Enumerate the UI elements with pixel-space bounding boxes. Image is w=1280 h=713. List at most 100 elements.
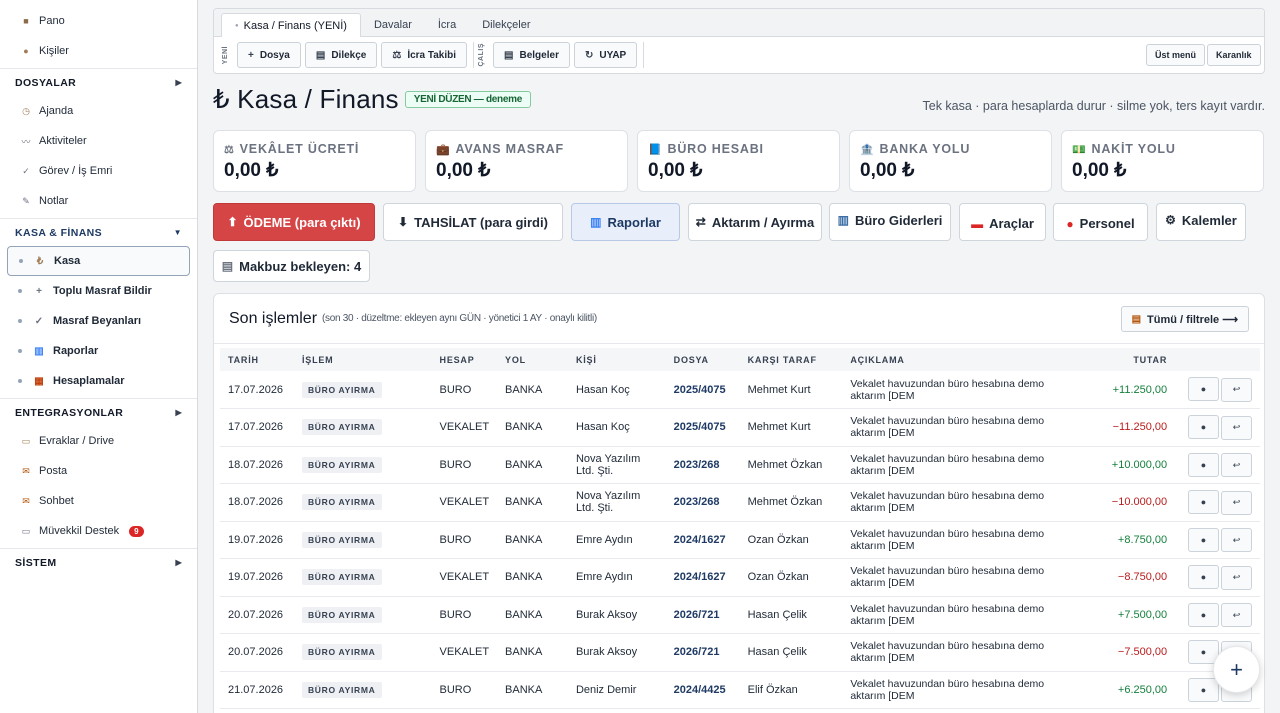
sidebar-item-evraklar[interactable]: ▭ Evraklar / Drive — [0, 426, 197, 456]
tab-icra[interactable]: İcra — [425, 13, 469, 36]
cell-dosya[interactable]: 2026/721 — [665, 596, 740, 634]
sidebar-section-entegrasyonlar[interactable]: ENTEGRASYONLAR ▶ — [0, 398, 197, 426]
uyap-button[interactable]: ↻ UYAP — [573, 42, 638, 68]
table-row[interactable]: 19.07.2026 BÜRO AYIRMA VEKALET BANKA Emre Ay… — [220, 558, 1260, 597]
card-value: 0,00 ₺ — [648, 160, 703, 181]
cell-dosya[interactable]: 2025/4075 — [665, 371, 740, 409]
check-icon: ✓ — [22, 165, 30, 176]
col-tarih[interactable]: TARİH — [220, 348, 294, 371]
col-aciklama[interactable]: AÇIKLAMA — [842, 348, 1053, 371]
col-hesap[interactable]: HESAP — [432, 348, 498, 371]
section-label: SİSTEM — [15, 556, 57, 569]
view-icon[interactable]: ● — [1188, 377, 1219, 402]
sidebar-item-toplu-masraf[interactable]: + Toplu Masraf Bildir — [0, 276, 197, 306]
sidebar-item-gorev[interactable]: ✓ Görev / İş Emri — [0, 156, 197, 186]
cell-kisi: Deniz Demir — [567, 671, 666, 709]
cell-dosya[interactable]: 2023/268 — [665, 483, 740, 522]
table-row[interactable]: 19.07.2026 BÜRO AYIRMA BURO BANKA Emre Aydın… — [220, 521, 1260, 559]
reverse-icon[interactable]: ↩ — [1221, 565, 1252, 590]
view-icon[interactable]: ● — [1188, 677, 1219, 702]
chart-icon: ▥ — [34, 345, 44, 357]
reverse-icon[interactable]: ↩ — [1221, 603, 1252, 627]
sidebar-item-sohbet[interactable]: ✉ Sohbet — [0, 486, 197, 516]
aktarim-button[interactable]: ⇄ Aktarım / Ayırma — [688, 203, 822, 241]
reverse-icon[interactable]: ↩ — [1221, 453, 1252, 477]
sidebar-item-hesaplamalar[interactable]: ▦ Hesaplamalar — [0, 366, 197, 396]
sidebar-section-dosyalar[interactable]: DOSYALAR ▶ — [0, 68, 197, 96]
araclar-button[interactable]: ▬ Araçlar — [959, 203, 1046, 241]
view-icon[interactable]: ● — [1188, 452, 1219, 477]
new-icra-takibi-button[interactable]: ⚖ İcra Takibi — [381, 42, 468, 68]
cell-dosya[interactable]: 2025/4075 — [665, 408, 740, 447]
tab-dilekceler[interactable]: Dilekçeler — [469, 13, 543, 36]
sidebar-section-kasa[interactable]: KASA & FİNANS ▼ — [0, 218, 197, 246]
tab-davalar[interactable]: Davalar — [361, 13, 425, 36]
view-icon[interactable]: ● — [1188, 602, 1219, 627]
sidebar-section-sistem[interactable]: SİSTEM ▶ — [0, 548, 197, 576]
buro-giderleri-button[interactable]: ▥ Büro Giderleri — [829, 203, 951, 241]
table-row[interactable]: 20.07.2026 BÜRO AYIRMA BURO BANKA Burak Akso… — [220, 596, 1260, 634]
new-dosya-button[interactable]: + Dosya — [237, 42, 301, 68]
kalemler-button[interactable]: ⚙ Kalemler — [1156, 203, 1246, 241]
new-dilekce-button[interactable]: ▤ Dilekçe — [304, 42, 378, 68]
cell-dosya[interactable]: 2023/268 — [665, 446, 740, 484]
sidebar-item-muvekkil-destek[interactable]: ▭ Müvekkil Destek 9 — [0, 516, 197, 546]
reverse-icon[interactable]: ↩ — [1221, 528, 1252, 552]
table-row[interactable]: 18.07.2026 BÜRO AYIRMA BURO BANKA Nova Yazıl… — [220, 446, 1260, 484]
sidebar-item-pano[interactable]: ■ Pano — [0, 6, 197, 36]
tahsilat-button[interactable]: ⬇ TAHSİLAT (para girdi) — [383, 203, 563, 241]
dark-mode-button[interactable]: Karanlık — [1207, 44, 1261, 66]
ust-menu-button[interactable]: Üst menü — [1146, 44, 1206, 66]
table-row[interactable]: 17.07.2026 BÜRO AYIRMA BURO BANKA Hasan Koç 2… — [220, 371, 1260, 409]
sidebar-item-notlar[interactable]: ✎ Notlar — [0, 186, 197, 216]
sidebar-item-posta[interactable]: ✉ Posta — [0, 456, 197, 486]
section-label: KASA & FİNANS — [15, 226, 103, 239]
document-icon: ▤ — [315, 49, 326, 61]
view-icon[interactable]: ● — [1188, 565, 1219, 589]
col-karsi-taraf[interactable]: KARŞI TARAF — [740, 348, 843, 371]
odeme-button[interactable]: ⬆ ÖDEME (para çıktı) — [213, 203, 375, 241]
swap-icon: ⇄ — [695, 215, 706, 229]
button-label: Büro Giderleri — [854, 213, 943, 228]
col-kisi[interactable]: KİŞİ — [568, 348, 666, 371]
button-label: ÖDEME (para çıktı) — [243, 214, 361, 230]
plus-icon: + — [1230, 656, 1243, 682]
belgeler-button[interactable]: ▤ Belgeler — [493, 42, 570, 68]
group-label-calis: ÇALIŞ — [478, 43, 486, 67]
sidebar-item-kisiler[interactable]: ● Kişiler — [0, 36, 197, 66]
col-islem[interactable]: İŞLEM — [294, 348, 432, 371]
table-row[interactable]: 20.07.2026 BÜRO AYIRMA VEKALET BANKA Burak A… — [220, 633, 1260, 672]
table-row[interactable]: 18.07.2026 BÜRO AYIRMA VEKALET BANKA Nova Ya… — [220, 483, 1260, 522]
sidebar-item-kasa[interactable]: ₺ Kasa — [7, 246, 190, 276]
cell-dosya[interactable]: 2024/1627 — [665, 521, 740, 559]
personel-button[interactable]: ● Personel — [1053, 203, 1148, 241]
cell-dosya[interactable]: 2024/1627 — [665, 558, 740, 597]
table-row[interactable]: 17.07.2026 BÜRO AYIRMA VEKALET BANKA Hasan K… — [220, 408, 1260, 447]
view-icon[interactable]: ● — [1188, 415, 1219, 439]
sidebar-item-ajanda[interactable]: ◷ Ajanda — [0, 96, 197, 126]
reverse-icon[interactable]: ↩ — [1221, 377, 1252, 402]
reverse-icon[interactable]: ↩ — [1221, 415, 1252, 440]
sidebar-item-masraf-beyanlari[interactable]: ✓ Masraf Beyanları — [0, 306, 197, 336]
cell-aciklama: Vekalet havuzundan büro hesabına demo ak… — [842, 371, 1054, 409]
cell-aciklama: Vekalet havuzundan büro hesabına demo ak… — [842, 596, 1054, 634]
makbuz-bekleyen-button[interactable]: ▤ Makbuz bekleyen: 4 — [213, 250, 370, 282]
view-icon[interactable]: ● — [1188, 527, 1219, 552]
reverse-icon[interactable]: ↩ — [1221, 490, 1252, 515]
table-row[interactable]: 21.07.2026 BÜRO AYIRMA BURO BANKA Deniz Demi… — [220, 671, 1260, 709]
filter-all-button[interactable]: ▤ Tümü / filtrele ⟶ — [1120, 306, 1249, 332]
sidebar-item-aktiviteler[interactable]: 〰 Aktiviteler — [0, 126, 197, 156]
raporlar-button[interactable]: ▥ Raporlar — [571, 203, 680, 241]
tab-kasa-finans[interactable]: ● Kasa / Finans (YENİ) — [221, 13, 361, 37]
col-dosya[interactable]: DOSYA — [666, 348, 740, 371]
add-fab-button[interactable]: + — [1213, 646, 1260, 693]
view-icon[interactable]: ● — [1188, 490, 1219, 514]
plus-icon: + — [36, 285, 42, 297]
col-tutar[interactable]: TUTAR — [1053, 348, 1175, 371]
sidebar-item-raporlar[interactable]: ▥ Raporlar — [0, 336, 197, 366]
tab-strip: ● Kasa / Finans (YENİ) Davalar İcra Dilek… — [214, 9, 1264, 37]
col-yol[interactable]: YOL — [497, 348, 568, 371]
cell-dosya[interactable]: 2026/721 — [665, 633, 740, 672]
cell-dosya[interactable]: 2024/4425 — [665, 671, 740, 709]
cell-aciklama: Vekalet havuzundan büro hesabına demo ak… — [842, 446, 1054, 484]
